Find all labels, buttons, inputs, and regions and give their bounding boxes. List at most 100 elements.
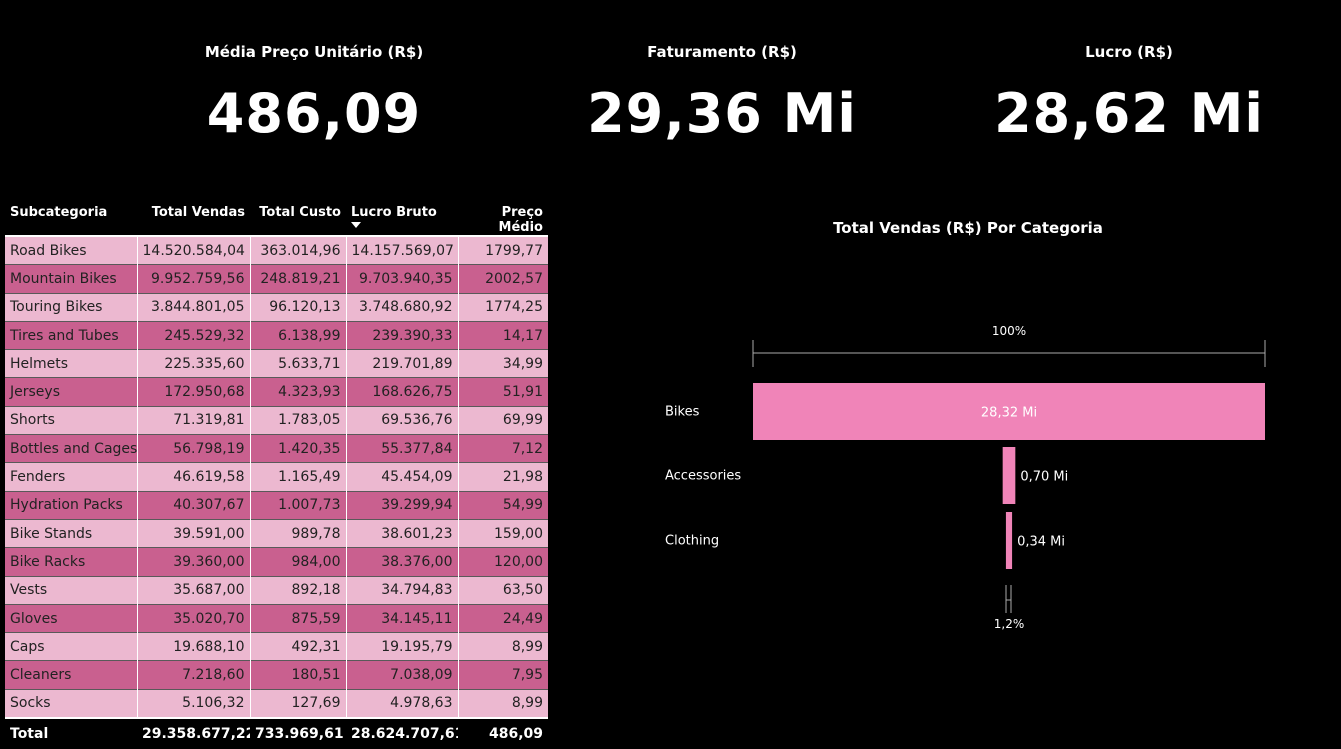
cell-avg-price: 1774,25 [458,293,548,322]
table-row[interactable]: Helmets 225.335,60 5.633,71 219.701,89 34,99 [5,349,548,379]
col-header-total-sales[interactable]: Total Vendas [137,200,250,236]
cell-avg-price: 120,00 [458,547,548,577]
cell-avg-price: 2002,57 [458,264,548,294]
cell-avg-price: 14,17 [458,321,548,351]
table-row[interactable]: Tires and Tubes 245.529,32 6.138,99 239.390… [5,321,548,351]
category-label: Accessories [665,469,741,484]
cell-total-sales: 245.529,32 [137,321,251,351]
table-row[interactable]: Touring Bikes 3.844.801,05 96.120,13 3.748.… [5,293,548,322]
table-total-row: Total 29.358.677,22 733.969,61 28.624.70… [5,717,548,749]
table-row[interactable]: Socks 5.106,32 127,69 4.978,63 8,99 [5,689,548,719]
cell-total-cost: 96.120,13 [250,293,347,322]
cell-subcategory: Bottles and Cages [5,434,138,464]
kpi-label: Média Preço Unitário (R$) [204,43,424,61]
data-label: 28,32 Mi [981,406,1037,421]
col-header-subcategory[interactable]: Subcategoria [5,200,137,236]
col-header-avg-price[interactable]: Preço Médio [458,200,548,236]
cell-total-cost: 248.819,21 [250,264,347,294]
cell-total-sales: 56.798,19 [137,434,251,464]
table-row[interactable]: Hydration Packs 40.307,67 1.007,73 39.299,9… [5,491,548,520]
cell-total-sales: 40.307,67 [137,491,251,520]
table-row[interactable]: Road Bikes 14.520.584,04 363.014,96 14.157.… [5,235,548,266]
total-label: Total [5,717,137,749]
table-row[interactable]: Gloves 35.020,70 875,59 34.145,11 24,49 [5,604,548,634]
cell-subcategory: Bike Stands [5,519,138,549]
table-row[interactable]: Mountain Bikes 9.952.759,56 248.819,21 9.70… [5,264,548,294]
top-percent-label: 100% [992,324,1026,338]
cell-gross-profit: 38.601,23 [346,519,459,549]
cell-avg-price: 24,49 [458,604,548,634]
funnel-bar-accessories[interactable] [1002,447,1016,504]
cell-avg-price: 63,50 [458,576,548,605]
table-body: Road Bikes 14.520.584,04 363.014,96 14.157.… [5,235,548,719]
cell-total-cost: 1.783,05 [250,406,347,436]
cell-subcategory: Helmets [5,349,138,379]
cell-gross-profit: 69.536,76 [346,406,459,436]
cell-subcategory: Caps [5,632,138,662]
kpi-value: 486,09 [206,82,422,145]
cell-gross-profit: 38.376,00 [346,547,459,577]
cell-subcategory: Cleaners [5,660,138,690]
cell-gross-profit: 14.157.569,07 [346,235,459,266]
cell-subcategory: Jerseys [5,377,138,407]
table-row[interactable]: Jerseys 172.950,68 4.323,93 168.626,75 51,91 [5,377,548,407]
table-row[interactable]: Fenders 46.619,58 1.165,49 45.454,09 21,98 [5,462,548,492]
funnel-bar-clothing[interactable] [1005,512,1013,569]
cell-total-sales: 225.335,60 [137,349,251,379]
cell-total-sales: 14.520.584,04 [137,235,251,266]
data-label: 0,34 Mi [1017,535,1065,550]
cell-total-cost: 5.633,71 [250,349,347,379]
cell-avg-price: 8,99 [458,689,548,719]
funnel-chart: 100% Bikes 28,32 Mi Accessories 0,70 Mi Cloth… [665,324,1266,631]
cell-total-cost: 127,69 [250,689,347,719]
cell-total-sales: 172.950,68 [137,377,251,407]
cell-total-sales: 39.591,00 [137,519,251,549]
cell-subcategory: Bike Racks [5,547,138,577]
cell-avg-price: 7,12 [458,434,548,464]
cell-gross-profit: 168.626,75 [346,377,459,407]
cell-gross-profit: 34.794,83 [346,576,459,605]
cell-total-cost: 363.014,96 [250,235,347,266]
table-row[interactable]: Cleaners 7.218,60 180,51 7.038,09 7,95 [5,660,548,690]
cell-total-cost: 1.420,35 [250,434,347,464]
table-row[interactable]: Shorts 71.319,81 1.783,05 69.536,76 69,99 [5,406,548,436]
col-header-gross-profit-label: Lucro Bruto [351,205,437,220]
chart-title: Total Vendas (R$) Por Categoria [833,219,1103,237]
total-avg-price: 486,09 [458,717,548,749]
cell-total-cost: 1.007,73 [250,491,347,520]
data-label: 0,70 Mi [1020,470,1068,485]
cell-gross-profit: 3.748.680,92 [346,293,459,322]
cell-avg-price: 8,99 [458,632,548,662]
cell-avg-price: 34,99 [458,349,548,379]
cell-total-sales: 35.687,00 [137,576,251,605]
cell-total-sales: 46.619,58 [137,462,251,492]
cell-subcategory: Fenders [5,462,138,492]
table-row[interactable]: Bike Racks 39.360,00 984,00 38.376,00 120,00 [5,547,548,577]
cell-avg-price: 69,99 [458,406,548,436]
cell-total-sales: 5.106,32 [137,689,251,719]
cell-gross-profit: 39.299,94 [346,491,459,520]
subcategory-table: Subcategoria Total Vendas Total Custo Lu… [5,200,548,749]
cell-total-sales: 3.844.801,05 [137,293,251,322]
cell-gross-profit: 34.145,11 [346,604,459,634]
col-header-gross-profit[interactable]: Lucro Bruto [346,200,458,236]
cell-subcategory: Shorts [5,406,138,436]
cell-gross-profit: 19.195,79 [346,632,459,662]
cell-avg-price: 54,99 [458,491,548,520]
kpi-value: 29,36 Mi [587,82,857,145]
table-row[interactable]: Vests 35.687,00 892,18 34.794,83 63,50 [5,576,548,605]
cell-avg-price: 1799,77 [458,235,548,266]
cell-total-cost: 984,00 [250,547,347,577]
category-label: Clothing [665,534,719,549]
cell-subcategory: Mountain Bikes [5,264,138,294]
cell-total-cost: 180,51 [250,660,347,690]
cell-gross-profit: 7.038,09 [346,660,459,690]
cell-total-sales: 71.319,81 [137,406,251,436]
col-header-total-cost[interactable]: Total Custo [250,200,346,236]
table-row[interactable]: Bottles and Cages 56.798,19 1.420,35 55.377… [5,434,548,464]
table-row[interactable]: Caps 19.688,10 492,31 19.195,79 8,99 [5,632,548,662]
table-row[interactable]: Bike Stands 39.591,00 989,78 38.601,23 159,0… [5,519,548,549]
cell-avg-price: 51,91 [458,377,548,407]
cell-total-sales: 19.688,10 [137,632,251,662]
sort-descending-icon [351,222,361,228]
